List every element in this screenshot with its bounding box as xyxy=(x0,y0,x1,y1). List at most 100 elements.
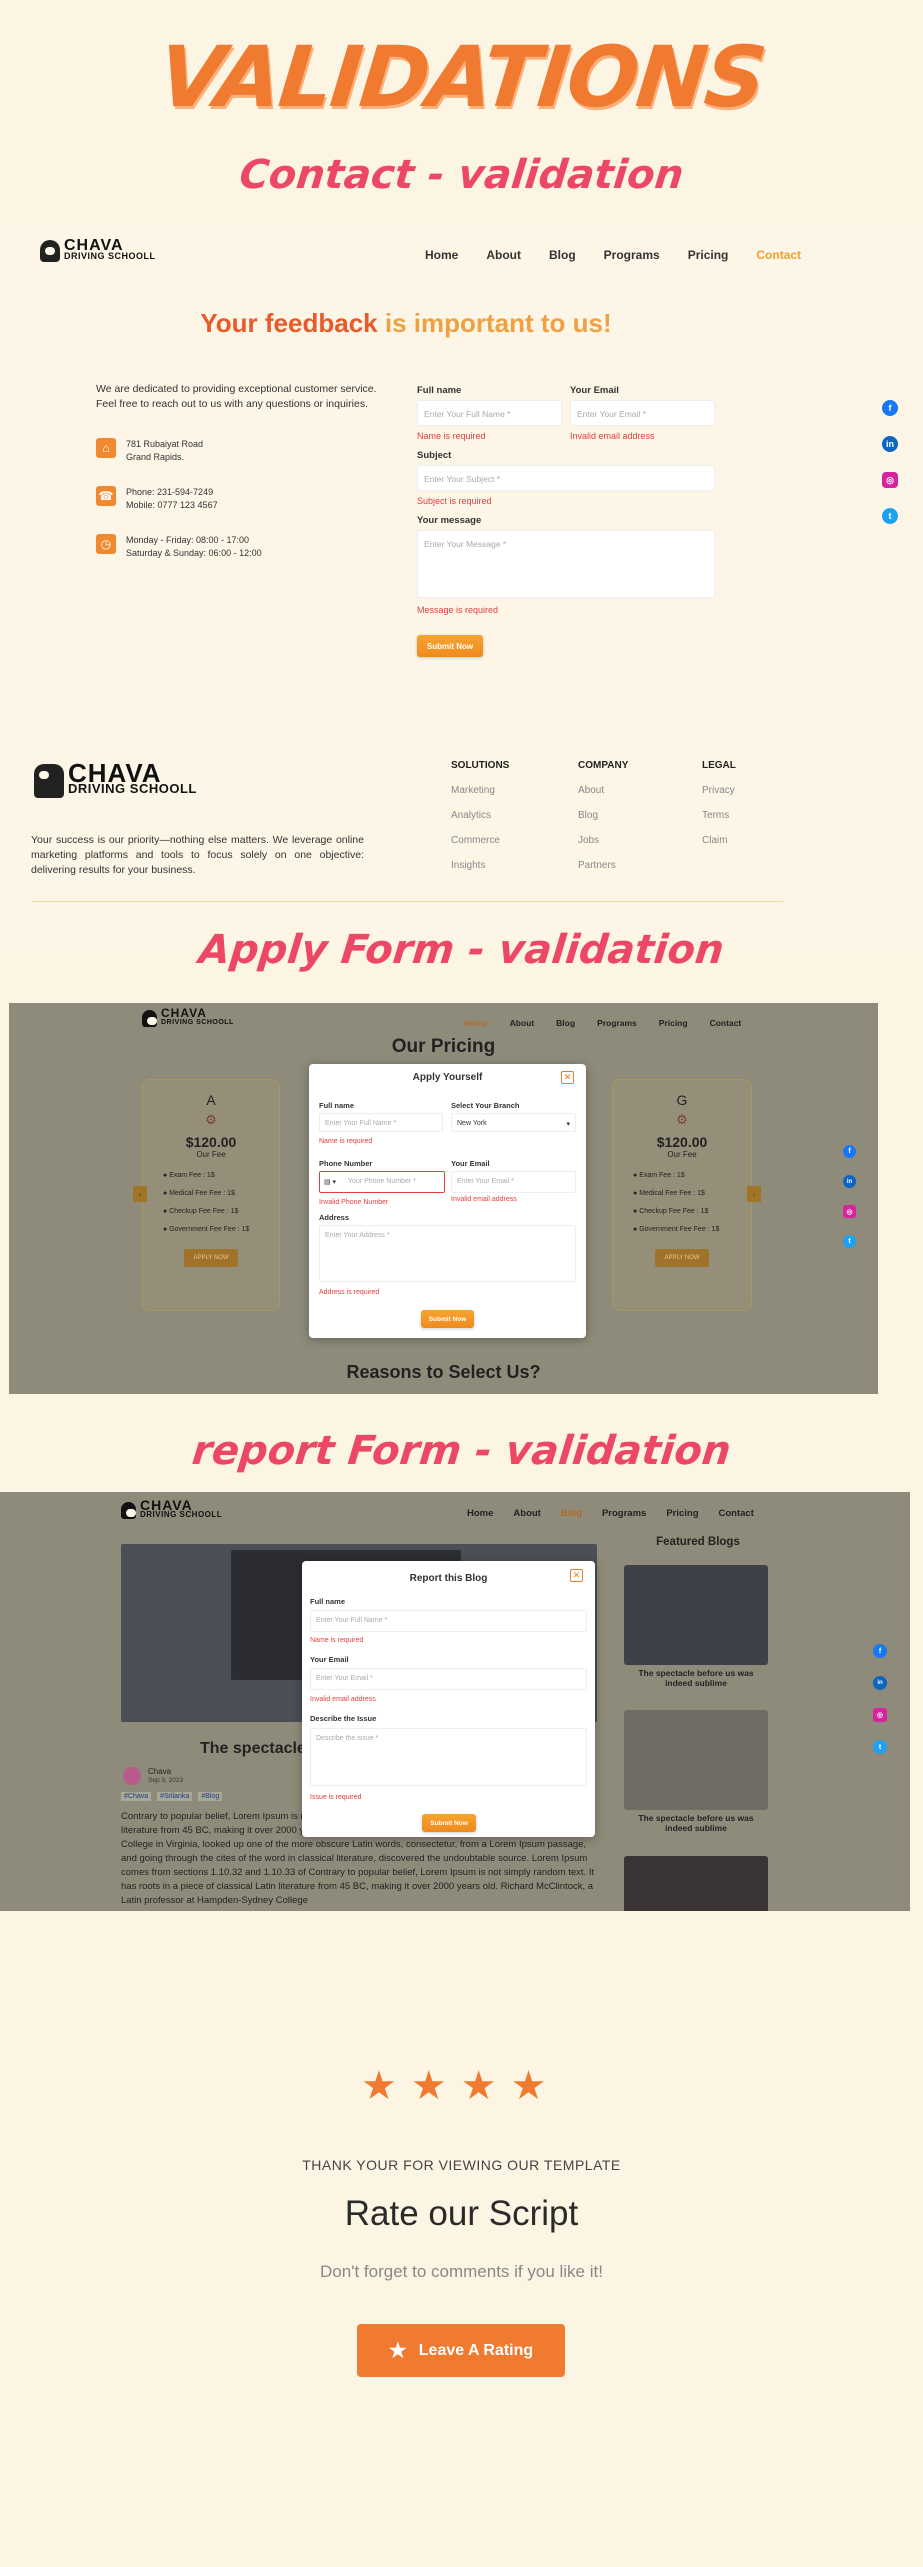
apply-nav-about[interactable]: About xyxy=(510,1018,535,1028)
report-email-error: Invalid email address xyxy=(310,1696,376,1703)
full-name-input[interactable]: Enter Your Full Name * xyxy=(417,400,562,426)
instagram-icon[interactable]: ◎ xyxy=(873,1708,887,1722)
apply-full-name-input[interactable]: Enter Your Full Name * xyxy=(319,1113,443,1132)
report-submit-button[interactable]: Submit Now xyxy=(422,1814,476,1832)
footer-link[interactable]: Privacy xyxy=(702,785,736,796)
featured-image-1[interactable] xyxy=(624,1565,768,1665)
nav-pricing[interactable]: Pricing xyxy=(688,248,729,262)
plan-name: G xyxy=(676,1092,688,1108)
apply-nav-home[interactable]: Home xyxy=(464,1018,488,1028)
report-nav-contact[interactable]: Contact xyxy=(719,1508,754,1519)
report-nav-programs[interactable]: Programs xyxy=(602,1508,646,1519)
close-icon[interactable]: ✕ xyxy=(570,1569,583,1582)
report-page-screenshot: CHAVA DRIVING SCHOOLL Home About Blog Pro… xyxy=(0,1492,910,1911)
footer-link[interactable]: Blog xyxy=(578,810,628,821)
nav-about[interactable]: About xyxy=(486,248,521,262)
report-nav-about[interactable]: About xyxy=(513,1508,540,1519)
subject-input[interactable]: Enter Your Subject * xyxy=(417,465,715,491)
featured-image-3[interactable] xyxy=(624,1856,768,1911)
footer-link[interactable]: Commerce xyxy=(451,835,509,846)
footer-link[interactable]: Terms xyxy=(702,810,736,821)
footer-link[interactable]: About xyxy=(578,785,628,796)
apply-nav-contact[interactable]: Contact xyxy=(710,1018,742,1028)
plan-name: A xyxy=(206,1092,216,1108)
report-nav-blog[interactable]: Blog xyxy=(561,1508,582,1519)
star-icon[interactable]: ★ xyxy=(511,2066,547,2106)
footer-link[interactable]: Claim xyxy=(702,835,736,846)
tag[interactable]: #Blog xyxy=(198,1792,223,1801)
apply-nav-blog[interactable]: Blog xyxy=(556,1018,575,1028)
leave-rating-button[interactable]: ★ Leave A Rating xyxy=(357,2324,565,2377)
facebook-icon[interactable]: f xyxy=(882,400,898,416)
section-title-contact: Contact - validation xyxy=(237,152,686,198)
apply-nav: Home About Blog Programs Pricing Contact xyxy=(464,1018,741,1028)
tag[interactable]: #Srilanka xyxy=(157,1792,193,1801)
message-error: Message is required xyxy=(417,605,499,615)
message-textarea[interactable]: Enter Your Message * xyxy=(417,530,715,598)
footer-link[interactable]: Analytics xyxy=(451,810,509,821)
address-textarea[interactable]: Enter Your Address * xyxy=(319,1225,576,1282)
nav-contact[interactable]: Contact xyxy=(756,248,801,262)
nav-programs[interactable]: Programs xyxy=(604,248,660,262)
apply-nav-programs[interactable]: Programs xyxy=(597,1018,637,1028)
submit-button[interactable]: Submit Now xyxy=(417,635,483,657)
plan-item: ● Checkup Fee Fee : 1$ xyxy=(633,1208,709,1215)
facebook-icon[interactable]: f xyxy=(873,1644,887,1658)
report-nav-pricing[interactable]: Pricing xyxy=(666,1508,698,1519)
issue-textarea[interactable]: Describe the issue * xyxy=(310,1728,587,1786)
twitter-icon[interactable]: t xyxy=(843,1235,856,1248)
featured-caption-2[interactable]: The spectacle before us was indeed subli… xyxy=(624,1813,768,1833)
branch-select[interactable]: New York ▾ xyxy=(451,1113,576,1132)
featured-caption-1[interactable]: The spectacle before us was indeed subli… xyxy=(624,1668,768,1688)
phone-input[interactable]: ▤ ▾ Your Phone Number * xyxy=(319,1171,445,1193)
apply-now-button[interactable]: APPLY NOW xyxy=(184,1249,238,1267)
carousel-next-icon[interactable]: › xyxy=(747,1186,761,1202)
tag[interactable]: #Chava xyxy=(121,1792,152,1801)
apply-logo-mascot-icon xyxy=(142,1009,157,1027)
footer-link[interactable]: Jobs xyxy=(578,835,628,846)
featured-title: Featured Blogs xyxy=(656,1536,740,1548)
report-logo[interactable]: CHAVA DRIVING SCHOOLL xyxy=(121,1498,222,1520)
instagram-icon[interactable]: ◎ xyxy=(843,1205,856,1218)
phone-row: ☎ Phone: 231-594-7249 Mobile: 0777 123 4… xyxy=(96,486,218,512)
instagram-icon[interactable]: ◎ xyxy=(882,472,898,488)
linkedin-icon[interactable]: in xyxy=(873,1676,887,1690)
star-icon[interactable]: ★ xyxy=(461,2066,497,2106)
feedback-headline: Your feedback is important to us! xyxy=(0,308,812,339)
linkedin-icon[interactable]: in xyxy=(843,1175,856,1188)
report-nav-home[interactable]: Home xyxy=(467,1508,493,1519)
reasons-title: Reasons to Select Us? xyxy=(346,1362,541,1382)
name-error: Name is required xyxy=(417,431,486,441)
logo[interactable]: CHAVA DRIVING SCHOOLL xyxy=(40,238,156,262)
footer-link[interactable]: Partners xyxy=(578,860,628,871)
branch-label: Select Your Branch xyxy=(451,1101,520,1110)
footer-logo[interactable]: CHAVA DRIVING SCHOOLL xyxy=(34,760,197,798)
apply-logo[interactable]: CHAVA DRIVING SCHOOLL xyxy=(142,1007,234,1027)
email-input[interactable]: Enter Your Email * xyxy=(570,400,715,426)
twitter-icon[interactable]: t xyxy=(882,508,898,524)
subject-error: Subject is required xyxy=(417,496,492,506)
nav-home[interactable]: Home xyxy=(425,248,458,262)
issue-error: Issue is required xyxy=(310,1794,362,1801)
hours-row: ◷ Monday - Friday: 08:00 - 17:00 Saturda… xyxy=(96,534,262,560)
headline-part-a: Your feedback xyxy=(200,308,385,338)
apply-email-input[interactable]: Enter Your Email * xyxy=(451,1171,576,1193)
close-icon[interactable]: ✕ xyxy=(561,1071,574,1084)
linkedin-icon[interactable]: in xyxy=(882,436,898,452)
star-icon[interactable]: ★ xyxy=(411,2066,447,2106)
apply-nav-pricing[interactable]: Pricing xyxy=(659,1018,688,1028)
plan-item: ● Exam Fee : 1$ xyxy=(163,1172,215,1179)
twitter-icon[interactable]: t xyxy=(873,1740,887,1754)
footer-link[interactable]: Insights xyxy=(451,860,509,871)
author-name: Chava xyxy=(148,1767,172,1776)
featured-image-2[interactable] xyxy=(624,1710,768,1810)
facebook-icon[interactable]: f xyxy=(843,1145,856,1158)
apply-now-button[interactable]: APPLY NOW xyxy=(655,1249,709,1267)
carousel-prev-icon[interactable]: ‹ xyxy=(133,1186,147,1202)
footer-link[interactable]: Marketing xyxy=(451,785,509,796)
report-email-input[interactable]: Enter Your Email * xyxy=(310,1668,587,1690)
report-full-name-input[interactable]: Enter Your Full Name * xyxy=(310,1610,587,1632)
nav-blog[interactable]: Blog xyxy=(549,248,576,262)
apply-submit-button[interactable]: Submit Now xyxy=(421,1310,474,1328)
star-icon[interactable]: ★ xyxy=(361,2066,397,2106)
